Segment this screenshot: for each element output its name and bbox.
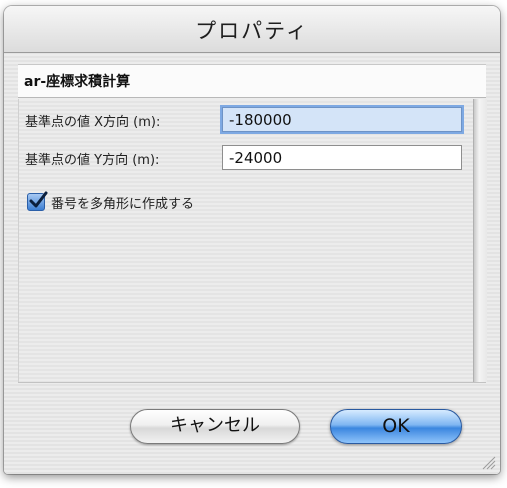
x-offset-input[interactable] — [222, 107, 462, 132]
title-bar[interactable]: プロパティ — [4, 6, 500, 53]
properties-dialog: プロパティ ar-座標求積計算 基準点の値 X方向 (m): 基準点の値 Y方向… — [4, 6, 500, 474]
ok-button[interactable]: OK — [330, 409, 462, 444]
window-title: プロパティ — [195, 19, 309, 43]
y-offset-label: 基準点の値 Y方向 (m): — [25, 153, 160, 168]
polygon-number-checkbox[interactable] — [27, 191, 48, 211]
resize-grip-icon[interactable] — [480, 454, 496, 470]
footer-divider — [18, 382, 486, 383]
section-title: ar-座標求積計算 — [24, 74, 131, 90]
vertical-scrollbar[interactable] — [473, 99, 487, 382]
settings-panel: 基準点の値 X方向 (m): 基準点の値 Y方向 (m): 番号を多角形に作成す… — [18, 99, 474, 382]
section-header: ar-座標求積計算 — [18, 64, 486, 98]
y-offset-input[interactable] — [222, 145, 462, 170]
cancel-button[interactable]: キャンセル — [130, 409, 300, 444]
checkmark-icon — [29, 191, 48, 208]
polygon-number-checkbox-label[interactable]: 番号を多角形に作成する — [51, 193, 194, 212]
x-offset-label: 基準点の値 X方向 (m): — [25, 115, 161, 130]
